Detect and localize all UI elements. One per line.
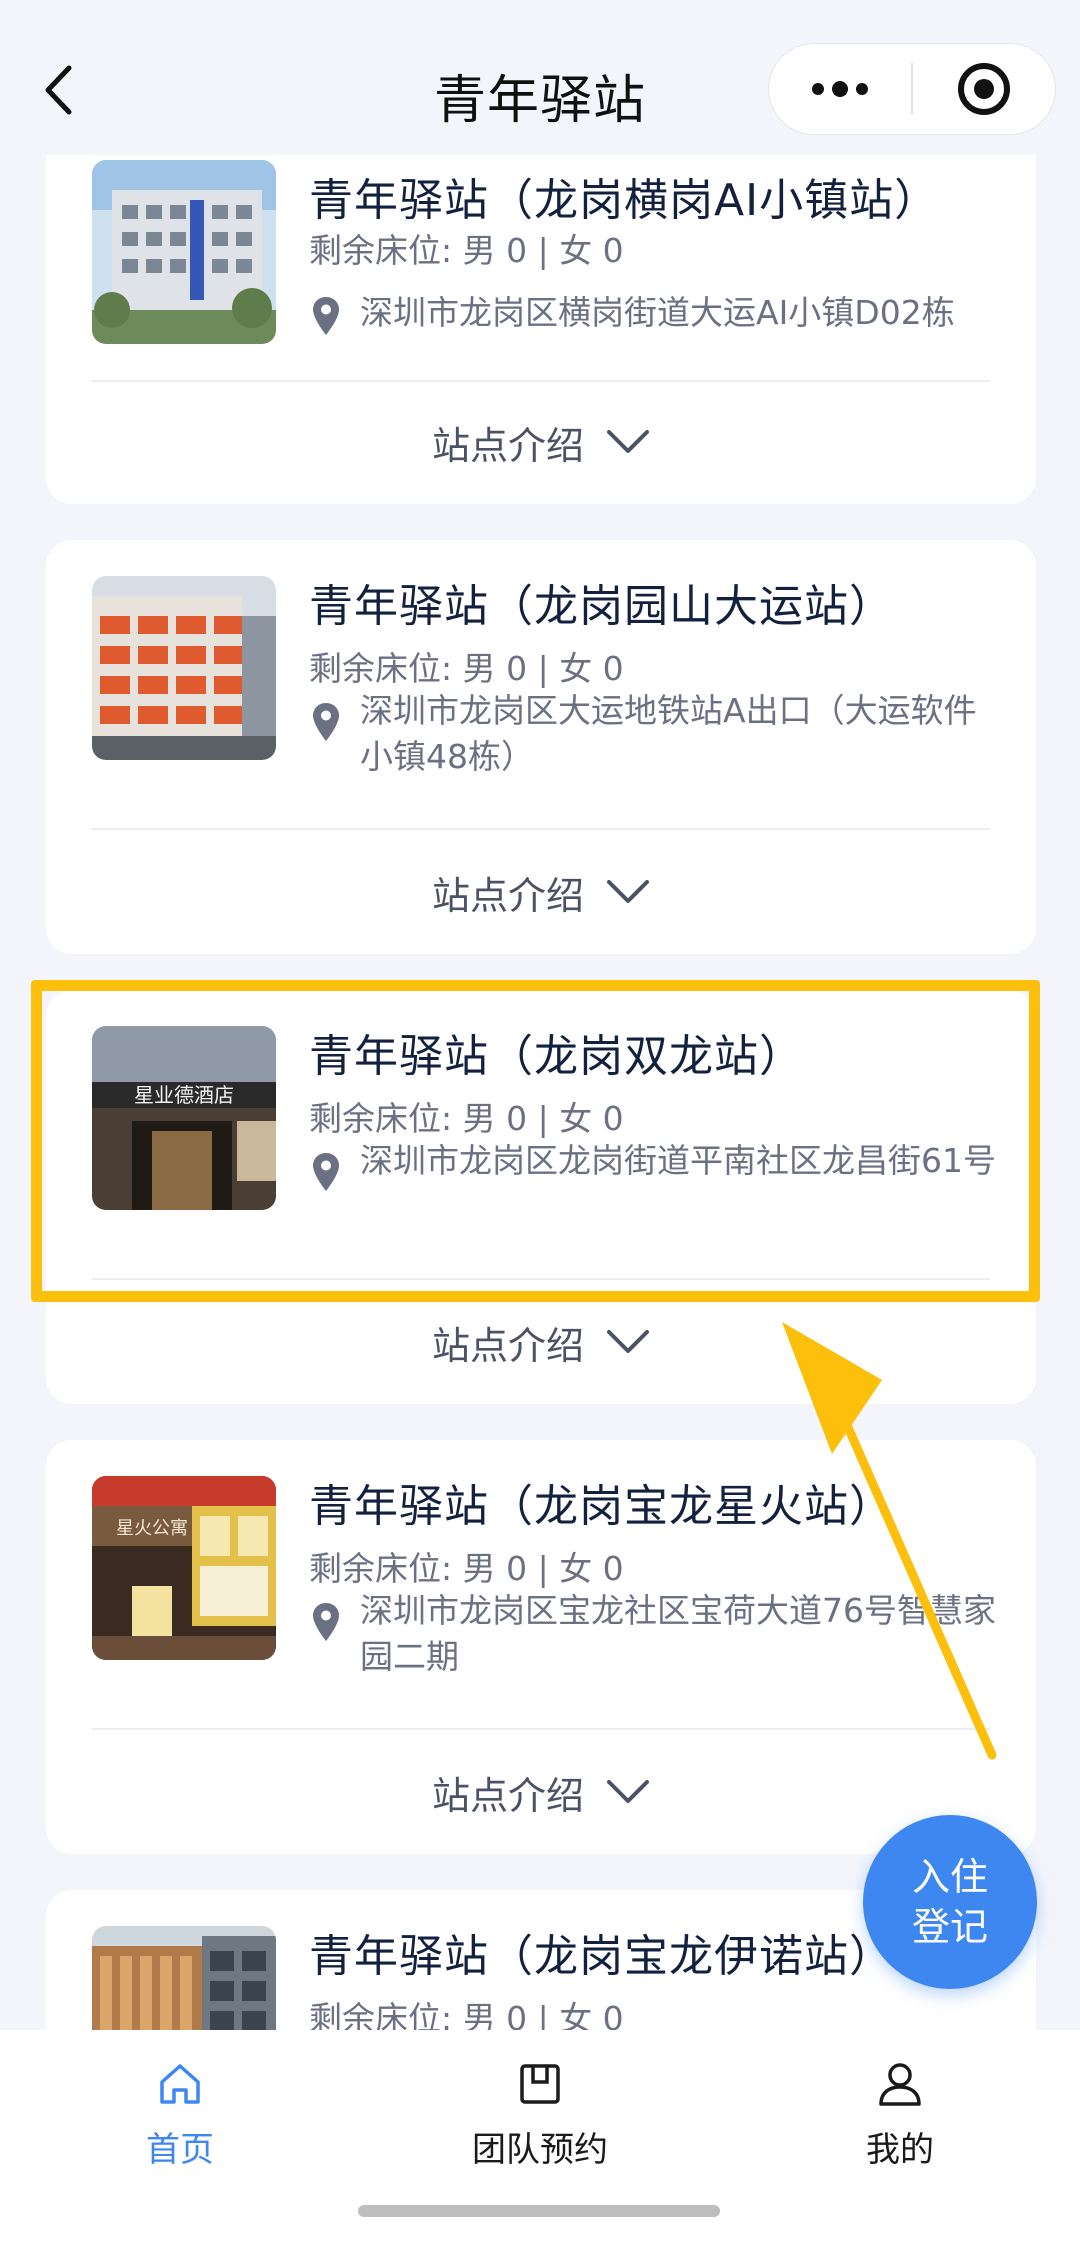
tab-mine[interactable]: 我的 xyxy=(800,2060,1000,2171)
nav-header: 青年驿站 xyxy=(0,0,1080,155)
user-icon xyxy=(879,2063,921,2106)
home-indicator[interactable] xyxy=(358,2205,720,2217)
checkin-label-line2: 登记 xyxy=(911,1905,988,1949)
annotation-arrow-icon xyxy=(782,1322,997,1760)
tab-home[interactable]: 首页 xyxy=(80,2060,280,2171)
mini-program-capsule xyxy=(768,43,1056,135)
tab-team-booking[interactable]: 团队预约 xyxy=(440,2060,640,2171)
tab-mine-label: 我的 xyxy=(866,2130,934,2170)
calendar-icon xyxy=(520,2064,560,2104)
home-icon xyxy=(160,2064,200,2104)
close-target-icon xyxy=(957,63,1010,115)
more-button[interactable] xyxy=(769,44,911,134)
tab-team-booking-label: 团队预约 xyxy=(472,2130,608,2170)
close-button[interactable] xyxy=(913,44,1055,134)
more-dots-icon xyxy=(812,81,868,97)
tab-home-label: 首页 xyxy=(146,2130,214,2170)
checkin-label-line1: 入住 xyxy=(911,1855,988,1899)
checkin-register-button[interactable]: 入住 登记 xyxy=(863,1815,1037,1989)
